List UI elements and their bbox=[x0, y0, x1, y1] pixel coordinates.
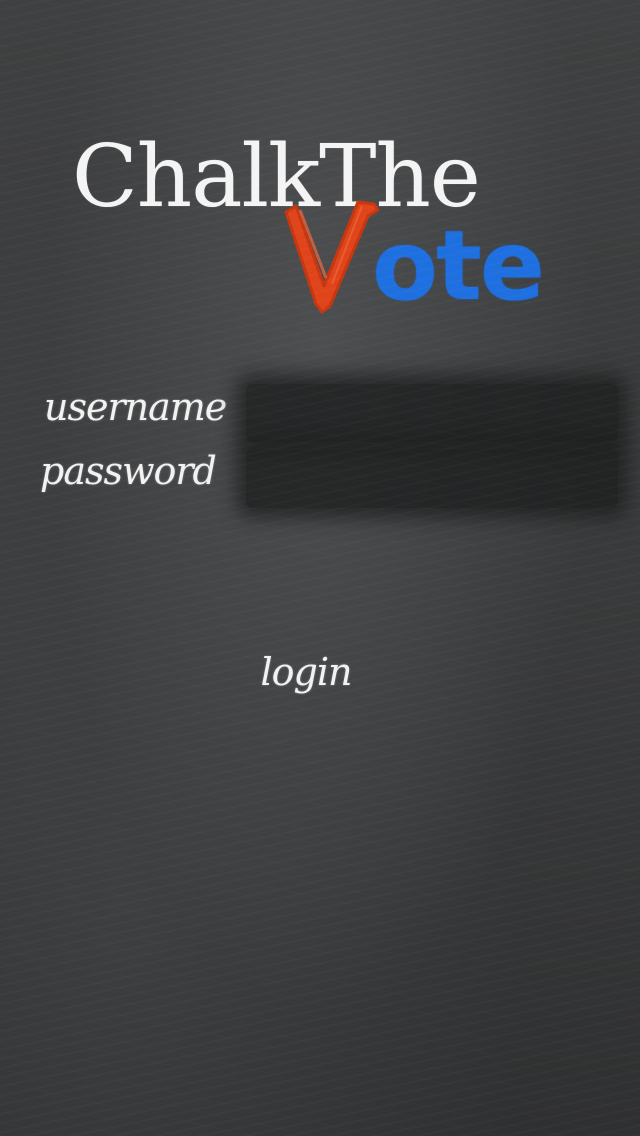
username-field[interactable] bbox=[246, 384, 618, 442]
chalkboard-background: ChalkThe V ote username password login bbox=[0, 0, 640, 1136]
app-logo: ChalkThe V ote bbox=[0, 0, 640, 330]
password-label: password bbox=[40, 449, 217, 493]
logo-v-letter bbox=[284, 200, 380, 314]
login-button[interactable]: login bbox=[256, 644, 356, 700]
password-field[interactable] bbox=[246, 450, 618, 508]
logo-ote-text: ote bbox=[372, 210, 545, 322]
logo-chalkthe-text: ChalkThe bbox=[72, 127, 481, 227]
username-label: username bbox=[44, 385, 227, 429]
